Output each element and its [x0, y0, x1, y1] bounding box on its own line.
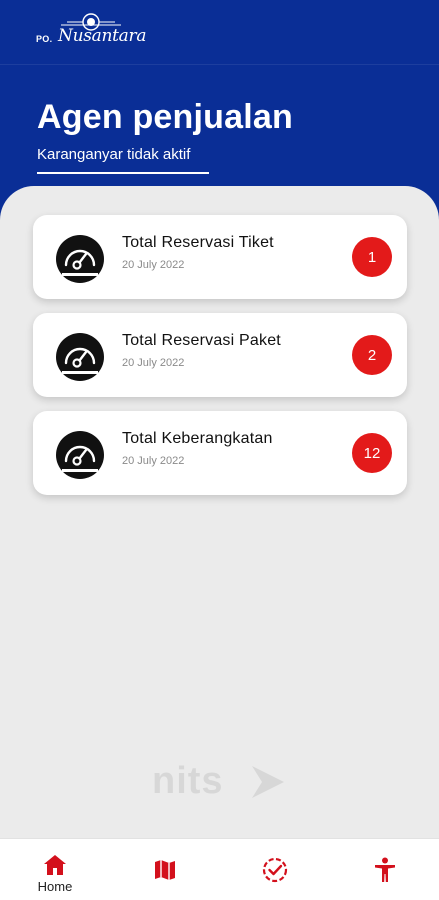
home-icon — [44, 855, 66, 875]
nav-item-map[interactable] — [115, 839, 215, 900]
card-date: 20 July 2022 — [122, 357, 185, 369]
watermark-arrow-icon — [252, 766, 284, 798]
card-title: Total Reservasi Tiket — [122, 234, 274, 251]
subtitle-underline — [37, 172, 209, 174]
page-subtitle: Karanganyar tidak aktif — [37, 146, 191, 163]
card-title: Total Keberangkatan — [122, 430, 273, 447]
nav-label-home: Home — [37, 879, 73, 894]
map-icon — [155, 860, 175, 880]
accessibility-icon — [375, 857, 395, 882]
count-badge: 1 — [352, 237, 392, 277]
card-date: 20 July 2022 — [122, 259, 185, 271]
speedometer-icon — [56, 333, 104, 381]
page-title: Agen penjualan — [37, 98, 293, 136]
card-date: 20 July 2022 — [122, 455, 185, 467]
speedometer-icon — [56, 431, 104, 479]
logo-prefix: PO. — [36, 34, 53, 44]
watermark-text: nits — [152, 760, 224, 802]
card-total-reservasi-tiket[interactable]: Total Reservasi Tiket 20 July 2022 1 — [33, 215, 407, 299]
bottom-navigation: Home — [0, 838, 439, 900]
nusantara-logo: PO. Nusantara — [36, 12, 156, 52]
header-divider — [0, 64, 439, 65]
nav-item-accessibility[interactable] — [335, 839, 435, 900]
card-total-keberangkatan[interactable]: Total Keberangkatan 20 July 2022 12 — [33, 411, 407, 495]
check-circle-icon — [262, 857, 288, 883]
card-total-reservasi-paket[interactable]: Total Reservasi Paket 20 July 2022 2 — [33, 313, 407, 397]
count-badge: 12 — [352, 433, 392, 473]
nav-item-check[interactable] — [225, 839, 325, 900]
logo-name: Nusantara — [58, 26, 147, 46]
watermark: nits — [152, 760, 292, 804]
speedometer-icon — [56, 235, 104, 283]
nav-item-home[interactable]: Home — [5, 839, 105, 900]
count-badge: 2 — [352, 335, 392, 375]
card-title: Total Reservasi Paket — [122, 332, 281, 349]
